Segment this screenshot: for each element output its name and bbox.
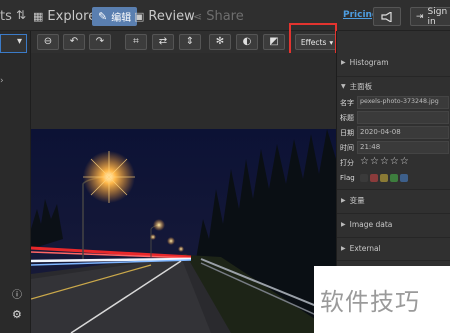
time-label: 时间 — [340, 144, 354, 152]
name-value: pexels-photo-373248.jpg — [360, 98, 439, 105]
main-panel-title: 主面板 — [349, 81, 373, 91]
chevron-right-icon: ▶ — [341, 220, 346, 228]
minus-icon[interactable]: ⊖ — [37, 34, 59, 50]
gear-icon[interactable]: ✻ — [209, 34, 231, 50]
flag-none[interactable] — [360, 174, 368, 182]
info-icon[interactable]: ⓘ — [12, 286, 22, 301]
divider — [337, 260, 450, 261]
title-label: 标题 — [340, 114, 354, 122]
megaphone-icon — [381, 11, 392, 22]
crop-icon[interactable]: ⌗ — [125, 34, 147, 50]
histogram-section[interactable]: ▶ Histogram — [337, 55, 450, 69]
variables-title: 变量 — [349, 195, 365, 205]
flip-icon[interactable]: ⇕ — [179, 34, 201, 50]
flag-green[interactable] — [390, 174, 398, 182]
left-dropdown[interactable]: ▾ — [0, 34, 27, 53]
rating-stars: ☆ ☆ ☆ ☆ ☆ — [360, 157, 409, 167]
chevron-right-icon: ▶ — [341, 58, 346, 66]
divider — [337, 189, 450, 190]
external-section[interactable]: ▶ External — [337, 242, 450, 254]
tab-edit[interactable]: ✎ 编辑 — [92, 7, 138, 26]
nav-cut-label: ts — [0, 9, 12, 24]
grid-icon: ▦ — [33, 9, 44, 23]
external-title: External — [349, 243, 381, 253]
night-highway-image — [31, 129, 336, 333]
share-icon: ⋖ — [193, 9, 203, 23]
photo-canvas[interactable] — [31, 53, 336, 333]
contrast-icon[interactable]: ◐ — [236, 34, 258, 50]
pencil-icon: ✎ — [98, 10, 108, 23]
tab-share-label: Share — [206, 8, 244, 24]
tab-explore[interactable]: ▦ Explore — [33, 6, 96, 26]
date-label: 日期 — [340, 129, 354, 137]
histogram-title: Histogram — [349, 57, 389, 67]
image-data-section[interactable]: ▶ Image data — [337, 218, 450, 230]
signin-icon: ⇥ — [416, 11, 424, 22]
variables-section[interactable]: ▶ 变量 — [337, 194, 450, 206]
star-icon[interactable]: ☆ — [380, 157, 389, 167]
star-icon[interactable]: ☆ — [400, 157, 409, 167]
levels-icon[interactable]: ◩ — [263, 34, 285, 50]
star-icon[interactable]: ☆ — [360, 157, 369, 167]
tab-share[interactable]: ⋖ Share — [193, 6, 244, 26]
photo — [31, 129, 336, 333]
flag-red[interactable] — [370, 174, 378, 182]
left-sidebar: ▾ › ⓘ ⚙ — [0, 31, 31, 333]
tab-review-label: Review — [148, 8, 195, 24]
image-data-title: Image data — [349, 219, 393, 229]
tab-edit-label: 编辑 — [111, 13, 132, 24]
main-panel-section[interactable]: ▼ 主面板 — [337, 80, 450, 92]
rotate-left-icon[interactable]: ↶ — [63, 34, 85, 50]
sort-arrows-icon[interactable]: ⇅ — [16, 8, 26, 22]
flag-blue[interactable] — [400, 174, 408, 182]
signin-label: Sign in — [427, 6, 448, 27]
top-navigation: ts ⇅ ▦ Explore ✎ 编辑 ▣ Review ⋖ Share Pri… — [0, 0, 450, 31]
announcement-button[interactable] — [373, 7, 401, 26]
flag-swatches — [360, 174, 408, 182]
date-value: 2020-04-08 — [360, 128, 401, 136]
caret-down-icon: ▾ — [16, 36, 22, 47]
flag-yellow[interactable] — [380, 174, 388, 182]
divider — [337, 76, 450, 77]
tab-review[interactable]: ▣ Review — [134, 6, 195, 26]
star-icon[interactable]: ☆ — [370, 157, 379, 167]
chevron-right-icon[interactable]: › — [0, 76, 4, 86]
rotate-right-icon[interactable]: ↷ — [89, 34, 111, 50]
chevron-down-icon: ▼ — [341, 82, 346, 90]
name-label: 名字 — [340, 99, 354, 107]
flag-label: Flag — [340, 174, 355, 182]
transform-icon[interactable]: ⇄ — [152, 34, 174, 50]
divider — [337, 213, 450, 214]
chevron-right-icon: ▶ — [341, 196, 346, 204]
gear-icon[interactable]: ⚙ — [12, 308, 22, 321]
tab-explore-label: Explore — [47, 8, 97, 24]
rating-label: 打分 — [340, 159, 354, 167]
chevron-right-icon: ▶ — [341, 244, 346, 252]
title-field[interactable] — [357, 111, 449, 124]
time-value: 21:48 — [360, 143, 381, 151]
signin-button[interactable]: ⇥ Sign in — [410, 6, 450, 27]
watermark-text: 软件技巧 — [320, 288, 420, 316]
image-icon: ▣ — [134, 9, 145, 23]
star-icon[interactable]: ☆ — [390, 157, 399, 167]
divider — [337, 237, 450, 238]
